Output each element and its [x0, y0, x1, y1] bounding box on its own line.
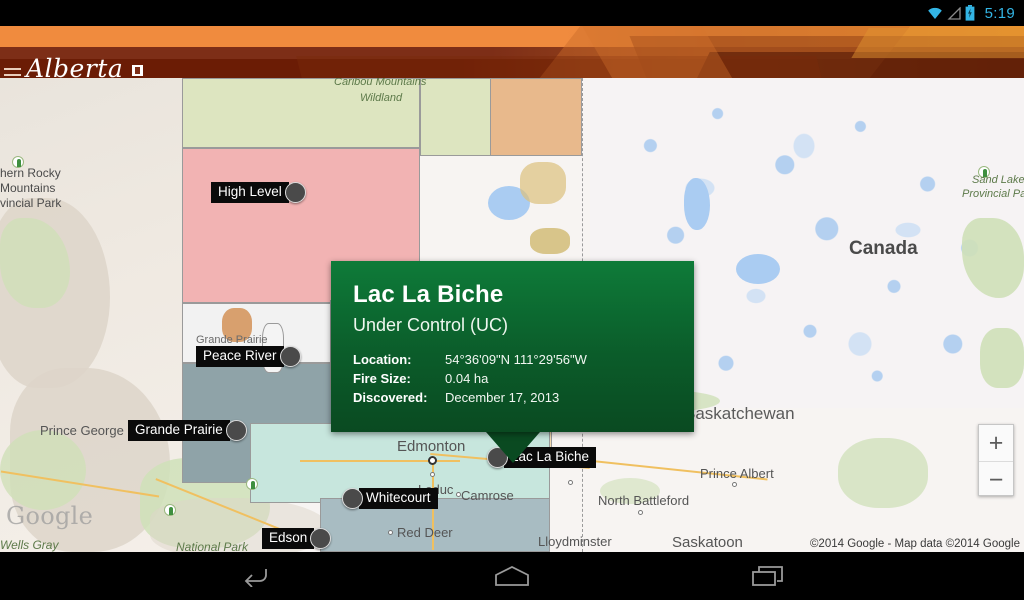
home-icon	[495, 565, 529, 586]
map-marker-edson[interactable]: Edson	[262, 528, 332, 549]
map-marker-high-level[interactable]: High Level	[211, 182, 306, 203]
map-label-park: vincial Park	[0, 196, 62, 210]
city-dot-icon	[638, 510, 643, 515]
marker-label: High Level	[211, 182, 289, 203]
map-accent	[520, 162, 566, 204]
map-label-park: Caribou Mountains	[334, 78, 427, 88]
map-region-high-level[interactable]	[182, 78, 420, 148]
zoom-out-button[interactable]: −	[979, 462, 1013, 498]
map-region-northeast[interactable]	[490, 78, 582, 156]
info-card-tail	[486, 432, 540, 463]
info-card-status: Under Control (UC)	[353, 315, 509, 335]
info-row-value: 0.04 ha	[445, 371, 489, 386]
battery-charging-icon	[965, 5, 974, 21]
info-card-details: Location: 54°36'09"N 111°29'56"W Fire Si…	[353, 350, 672, 407]
map-marker-peace-river[interactable]: Peace River	[196, 346, 301, 367]
map-lake	[736, 254, 780, 284]
info-card-row: Discovered: December 17, 2013	[353, 388, 672, 407]
info-card-row: Fire Size: 0.04 ha	[353, 369, 672, 388]
info-row-key: Discovered:	[353, 390, 428, 405]
header-shard	[296, 56, 824, 78]
city-dot-icon	[732, 482, 737, 487]
map-canvas[interactable]: Caribou Mountains Wildland hern Rocky Mo…	[0, 78, 1024, 552]
wifi-icon	[927, 7, 942, 20]
alberta-flag-icon	[132, 65, 143, 76]
marker-pin-icon	[284, 182, 306, 203]
map-zoom-controls[interactable]: + −	[978, 424, 1014, 496]
park-marker-icon	[246, 478, 258, 490]
app-header: Alberta Government	[0, 26, 1024, 78]
android-nav-bar	[0, 552, 1024, 600]
map-label-country: Canada	[849, 238, 918, 259]
info-row-value: 54°36'09"N 111°29'56"W	[445, 352, 587, 367]
status-bar: 5:19	[0, 0, 1024, 26]
recents-button[interactable]	[704, 552, 832, 600]
brand-wordmark: Alberta	[26, 54, 124, 79]
map-label-city: North Battleford	[598, 493, 690, 508]
park-marker-icon	[12, 156, 24, 168]
map-label-city: Prince George	[40, 423, 124, 438]
marker-label: Whitecourt	[359, 488, 438, 509]
map-label-city: Camrose	[461, 488, 514, 503]
city-dot-icon	[430, 472, 435, 477]
map-label-park: Sand Lake	[972, 174, 1024, 186]
map-accent	[530, 228, 570, 254]
recents-icon	[752, 566, 783, 586]
map-label-park: Provincial Park	[962, 188, 1024, 200]
marker-label: Grande Prairie	[128, 420, 230, 441]
city-dot-icon	[388, 530, 393, 535]
map-lake	[684, 178, 710, 230]
park-marker-icon	[164, 504, 176, 516]
map-label-city: Lloydminster	[538, 534, 612, 549]
map-label-park: National Park	[176, 540, 249, 552]
map-forest-patch	[0, 430, 86, 510]
zoom-in-button[interactable]: +	[979, 425, 1013, 461]
map-label-city: Edmonton	[397, 438, 466, 455]
info-row-key: Fire Size:	[353, 371, 411, 386]
map-label-park: hern Rocky	[0, 166, 61, 180]
marker-label: Edson	[262, 528, 315, 549]
map-forest-patch	[838, 438, 928, 508]
status-icons: 5:19	[927, 5, 1015, 22]
info-row-key: Location:	[353, 352, 412, 367]
marker-pin-icon	[310, 528, 332, 549]
marker-pin-icon	[225, 420, 247, 441]
map-marker-whitecourt[interactable]: Whitecourt	[342, 488, 438, 509]
info-card-title: Lac La Biche	[353, 281, 504, 308]
city-dot-icon	[456, 492, 461, 497]
city-dot-icon	[428, 456, 437, 465]
map-label-city: Prince Albert	[700, 466, 774, 481]
app-root: 5:19 Alberta Government	[0, 0, 1024, 600]
back-arrow-icon	[244, 569, 267, 587]
map-label-park: Wildland	[360, 92, 403, 104]
alberta-government-logo: Alberta Government	[26, 54, 143, 79]
map-label-city: Red Deer	[397, 525, 453, 540]
fire-info-card[interactable]: Lac La Biche Under Control (UC) Location…	[331, 261, 694, 432]
marker-pin-icon	[342, 488, 363, 509]
status-clock: 5:19	[984, 4, 1015, 22]
map-attribution: ©2014 Google - Map data ©2014 Google	[809, 538, 1020, 550]
google-watermark: Google	[6, 502, 94, 530]
home-button[interactable]	[448, 552, 576, 600]
info-card-row: Location: 54°36'09"N 111°29'56"W	[353, 350, 672, 369]
hamburger-menu-icon[interactable]	[4, 64, 24, 78]
map-forest-patch	[980, 328, 1024, 388]
city-dot-icon	[568, 480, 573, 485]
cell-signal-icon	[947, 6, 961, 20]
info-row-value: December 17, 2013	[445, 390, 560, 405]
header-shard	[851, 28, 1024, 58]
map-label-province: Saskatchewan	[684, 404, 795, 423]
marker-label: Peace River	[196, 346, 284, 367]
marker-pin-icon	[279, 346, 301, 367]
map-marker-grande-prairie[interactable]: Grande Prairie	[128, 420, 247, 441]
map-label-park: Mountains	[0, 181, 56, 195]
map-label-park: Wells Gray	[0, 538, 59, 552]
back-button[interactable]	[192, 552, 320, 600]
map-label-city: Saskatoon	[672, 534, 743, 551]
map-label-city: Grande Prairie	[196, 334, 268, 346]
